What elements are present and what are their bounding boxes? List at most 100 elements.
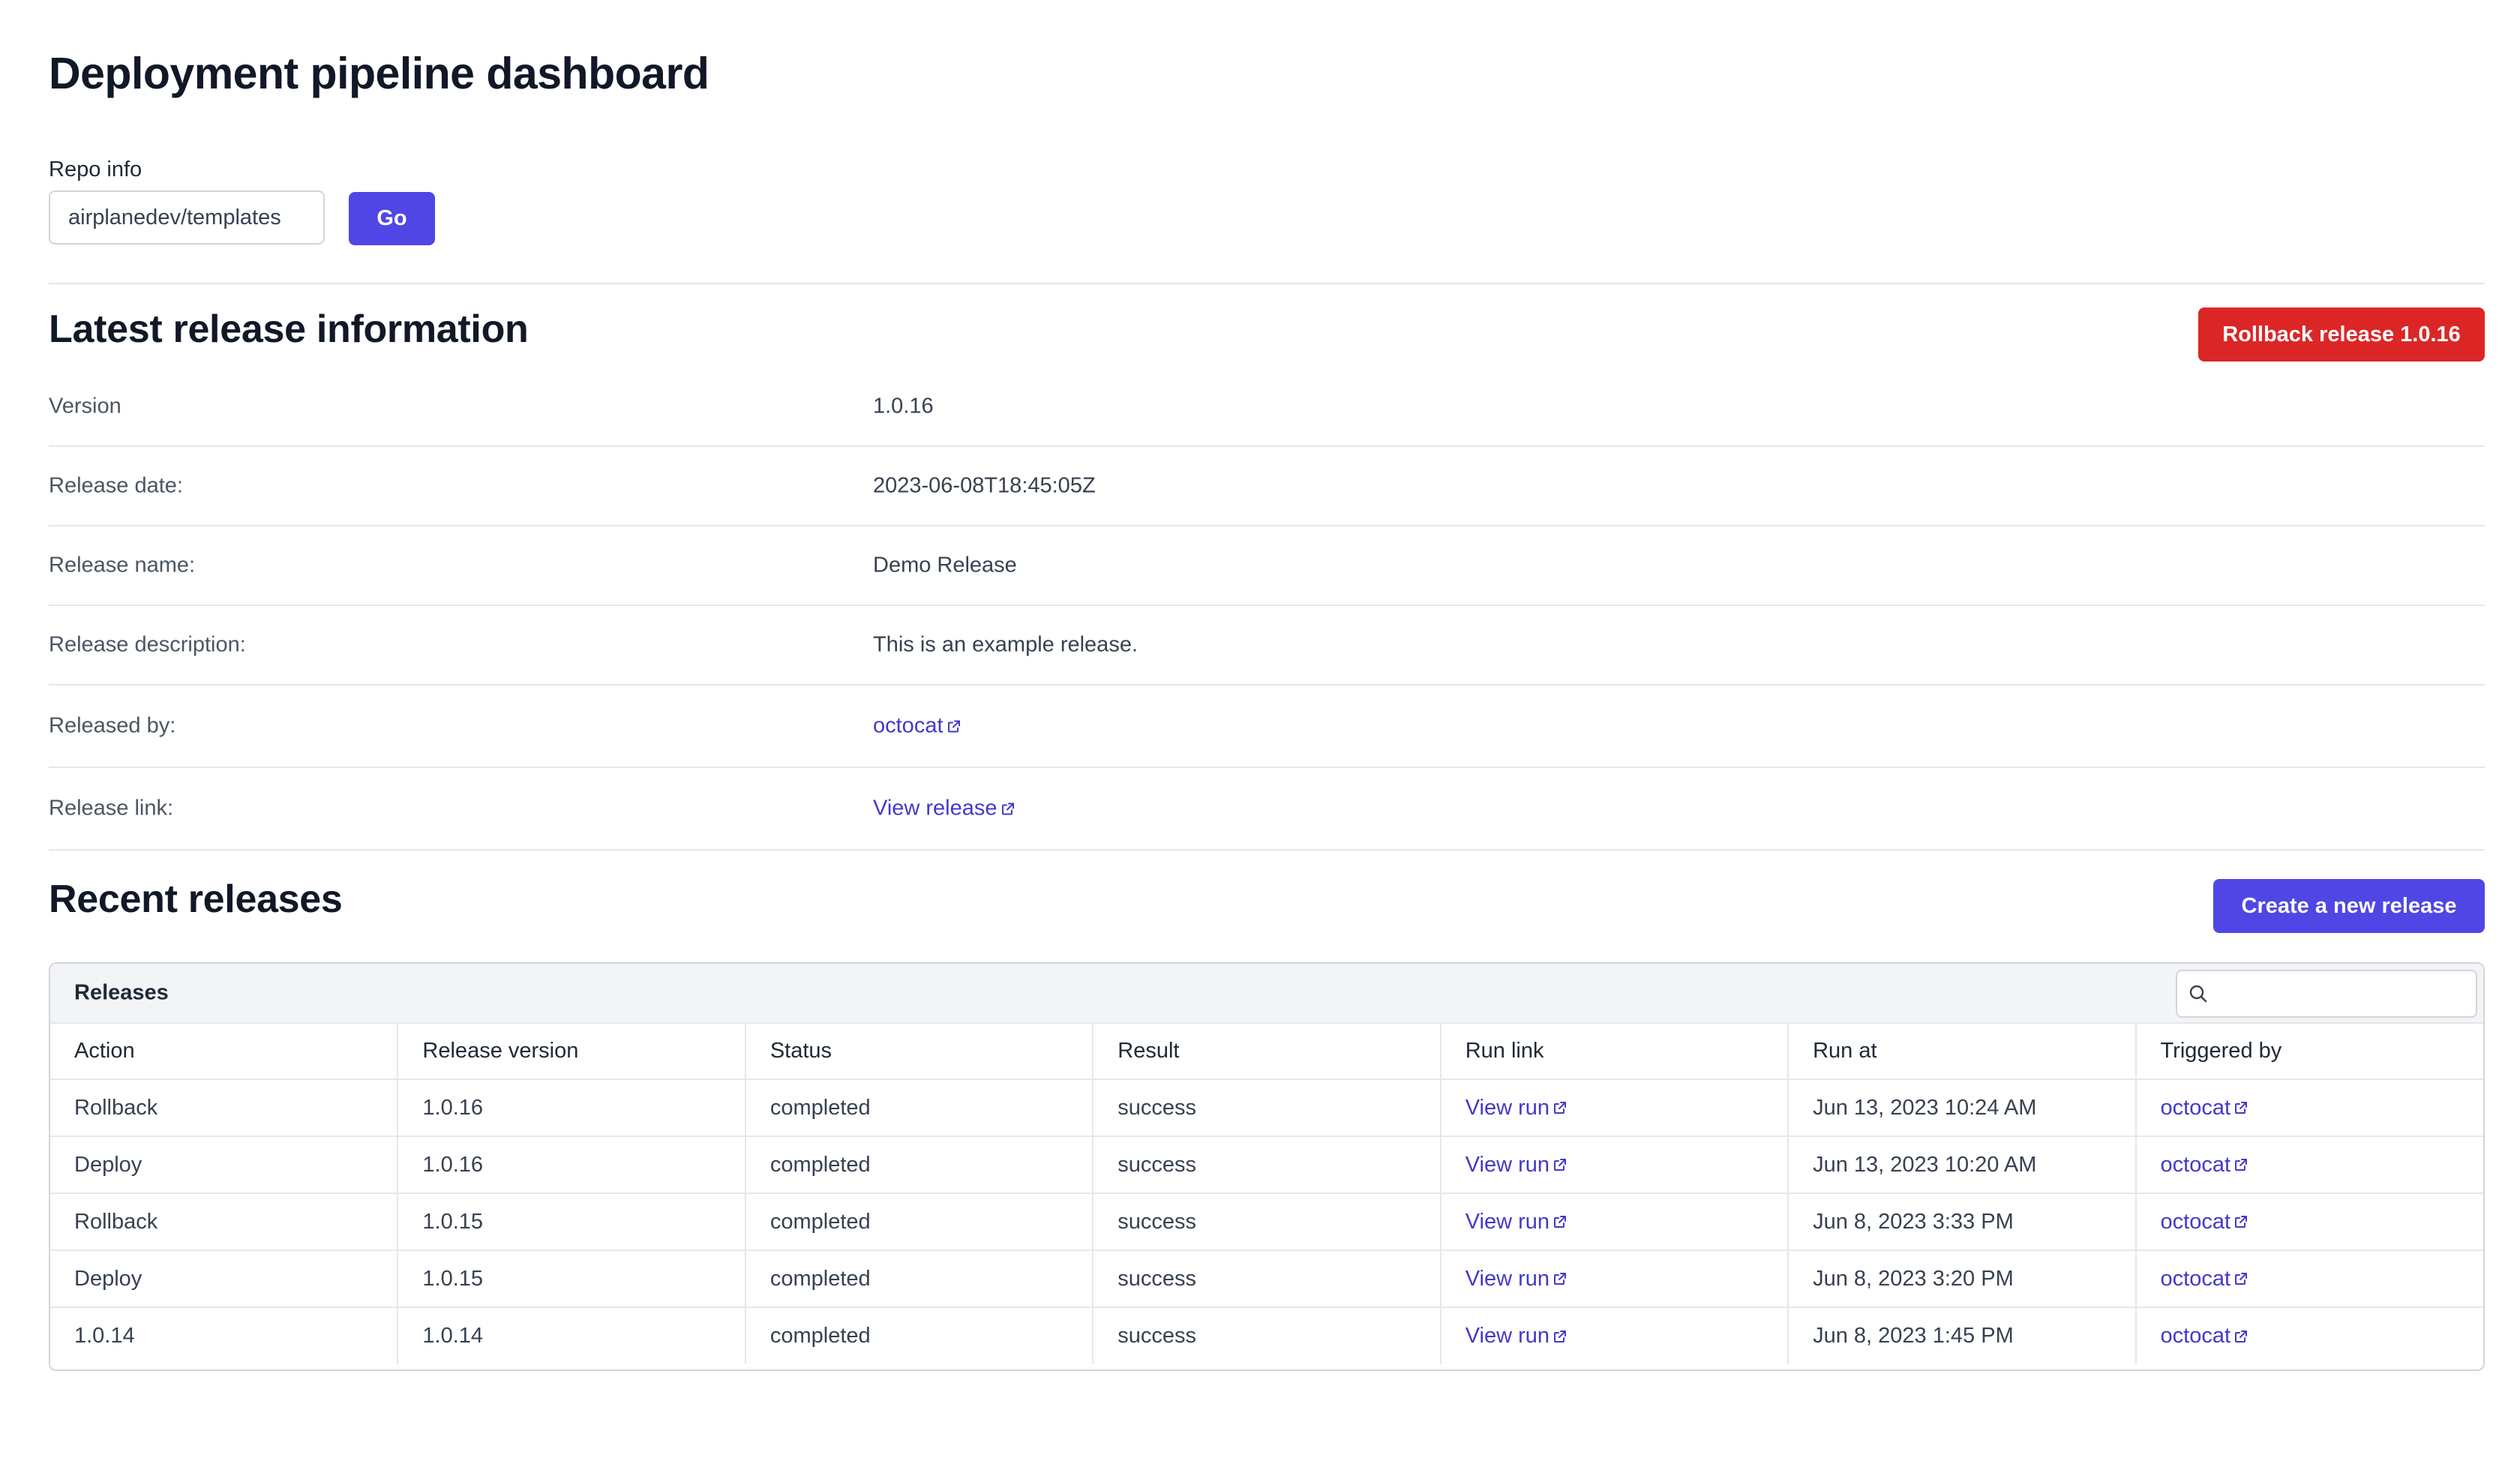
info-label: Release name: — [49, 553, 196, 578]
released-by-link[interactable]: octocat — [873, 714, 962, 739]
view-run-link[interactable]: View run — [1466, 1324, 1568, 1348]
external-link-icon — [1000, 801, 1016, 816]
section-divider — [49, 283, 2485, 284]
link-text: octocat — [2160, 1152, 2231, 1177]
cell-action: Rollback — [50, 1193, 399, 1251]
info-value-release-description: This is an example release. — [873, 632, 1138, 657]
link-text: View run — [1465, 1209, 1550, 1234]
info-row-release-link: Release link: View release — [49, 768, 2485, 850]
link-text: View run — [1465, 1266, 1550, 1291]
table-toolbar: Releases — [50, 964, 2483, 1024]
table-row: 1.0.14 1.0.14 completed success View run… — [50, 1307, 2483, 1364]
triggered-by-link[interactable]: octocat — [2161, 1267, 2249, 1292]
view-run-link[interactable]: View run — [1466, 1267, 1568, 1292]
table-header-row: Action Release version Status Result Run… — [50, 1024, 2483, 1080]
link-text: View release — [873, 796, 998, 820]
link-text: octocat — [2160, 1209, 2231, 1234]
releases-table-card: Releases Action Release version Status R… — [49, 962, 2485, 1371]
column-header-run-link[interactable]: Run link — [1440, 1024, 1790, 1080]
cell-status: completed — [745, 1250, 1094, 1308]
info-row-release-name: Release name: Demo Release — [49, 526, 2485, 606]
info-row-version: Version 1.0.16 — [49, 368, 2485, 447]
column-header-release-version[interactable]: Release version — [398, 1024, 746, 1080]
cell-run-link: View run — [1440, 1250, 1790, 1308]
cell-status: completed — [745, 1307, 1094, 1364]
view-release-link[interactable]: View release — [873, 796, 1016, 821]
triggered-by-link[interactable]: octocat — [2161, 1210, 2249, 1234]
cell-action: 1.0.14 — [50, 1307, 399, 1364]
cell-result: success — [1093, 1136, 1442, 1194]
link-text: View run — [1465, 1152, 1550, 1177]
triggered-by-link[interactable]: octocat — [2161, 1324, 2249, 1348]
cell-triggered-by: octocat — [2135, 1193, 2483, 1251]
cell-action: Deploy — [50, 1136, 399, 1194]
cell-run-link: View run — [1440, 1079, 1790, 1137]
create-release-button[interactable]: Create a new release — [2213, 879, 2485, 933]
external-link-icon — [1552, 1329, 1568, 1344]
table-row: Deploy 1.0.16 completed success View run… — [50, 1136, 2483, 1194]
info-value-released-by: octocat — [873, 714, 962, 739]
latest-release-info: Version 1.0.16 Release date: 2023-06-08T… — [49, 368, 2485, 850]
info-row-release-description: Release description: This is an example … — [49, 606, 2485, 686]
view-run-link[interactable]: View run — [1466, 1096, 1568, 1120]
cell-triggered-by: octocat — [2135, 1250, 2483, 1308]
cell-result: success — [1093, 1079, 1442, 1137]
external-link-icon — [2234, 1271, 2248, 1286]
view-run-link[interactable]: View run — [1466, 1153, 1568, 1178]
link-text: View run — [1465, 1095, 1550, 1120]
column-header-triggered-by[interactable]: Triggered by — [2135, 1024, 2483, 1080]
external-link-icon — [946, 718, 962, 734]
cell-run-at: Jun 8, 2023 3:20 PM — [1788, 1250, 2137, 1308]
info-value-release-name: Demo Release — [873, 553, 1017, 578]
recent-releases-title: Recent releases — [49, 878, 343, 921]
info-label: Release description: — [49, 632, 246, 657]
external-link-icon — [1552, 1100, 1568, 1115]
column-header-result[interactable]: Result — [1093, 1024, 1442, 1080]
cell-run-link: View run — [1440, 1136, 1790, 1194]
cell-action: Rollback — [50, 1079, 399, 1137]
search-icon — [2188, 983, 2209, 1004]
cell-run-link: View run — [1440, 1193, 1790, 1251]
table-search-input[interactable] — [2216, 971, 2467, 1018]
info-label: Released by: — [49, 713, 176, 738]
external-link-icon — [1552, 1214, 1568, 1229]
latest-release-title: Latest release information — [49, 308, 529, 351]
external-link-icon — [2234, 1157, 2248, 1172]
table-search[interactable] — [2176, 970, 2477, 1018]
info-value-release-link: View release — [873, 796, 1016, 821]
cell-run-at: Jun 8, 2023 3:33 PM — [1788, 1193, 2137, 1251]
column-header-action[interactable]: Action — [50, 1024, 399, 1080]
go-button[interactable]: Go — [349, 192, 435, 245]
page-title: Deployment pipeline dashboard — [49, 49, 710, 98]
rollback-release-button[interactable]: Rollback release 1.0.16 — [2198, 308, 2485, 362]
triggered-by-link[interactable]: octocat — [2161, 1096, 2249, 1120]
repo-info-label: Repo info — [49, 158, 142, 182]
releases-table: Action Release version Status Result Run… — [50, 1024, 2483, 1364]
info-label: Version — [49, 394, 122, 418]
view-run-link[interactable]: View run — [1466, 1210, 1568, 1234]
cell-action: Deploy — [50, 1250, 399, 1308]
link-text: octocat — [2160, 1266, 2231, 1291]
triggered-by-link[interactable]: octocat — [2161, 1153, 2249, 1178]
column-header-run-at[interactable]: Run at — [1788, 1024, 2137, 1080]
info-label: Release date: — [49, 473, 183, 498]
cell-release-version: 1.0.15 — [398, 1250, 746, 1308]
cell-triggered-by: octocat — [2135, 1136, 2483, 1194]
link-text: octocat — [2160, 1324, 2231, 1348]
link-text: octocat — [2160, 1095, 2231, 1120]
cell-status: completed — [745, 1079, 1094, 1137]
info-row-release-date: Release date: 2023-06-08T18:45:05Z — [49, 447, 2485, 526]
cell-release-version: 1.0.14 — [398, 1307, 746, 1364]
table-row: Rollback 1.0.16 completed success View r… — [50, 1079, 2483, 1137]
column-header-status[interactable]: Status — [745, 1024, 1094, 1080]
cell-result: success — [1093, 1250, 1442, 1308]
table-title: Releases — [74, 980, 169, 1005]
cell-run-at: Jun 8, 2023 1:45 PM — [1788, 1307, 2137, 1364]
info-value-version: 1.0.16 — [873, 394, 934, 418]
cell-result: success — [1093, 1307, 1442, 1364]
repo-input[interactable] — [49, 190, 325, 244]
cell-run-at: Jun 13, 2023 10:20 AM — [1788, 1136, 2137, 1194]
info-label: Release link: — [49, 796, 174, 820]
cell-release-version: 1.0.16 — [398, 1079, 746, 1137]
cell-triggered-by: octocat — [2135, 1079, 2483, 1137]
